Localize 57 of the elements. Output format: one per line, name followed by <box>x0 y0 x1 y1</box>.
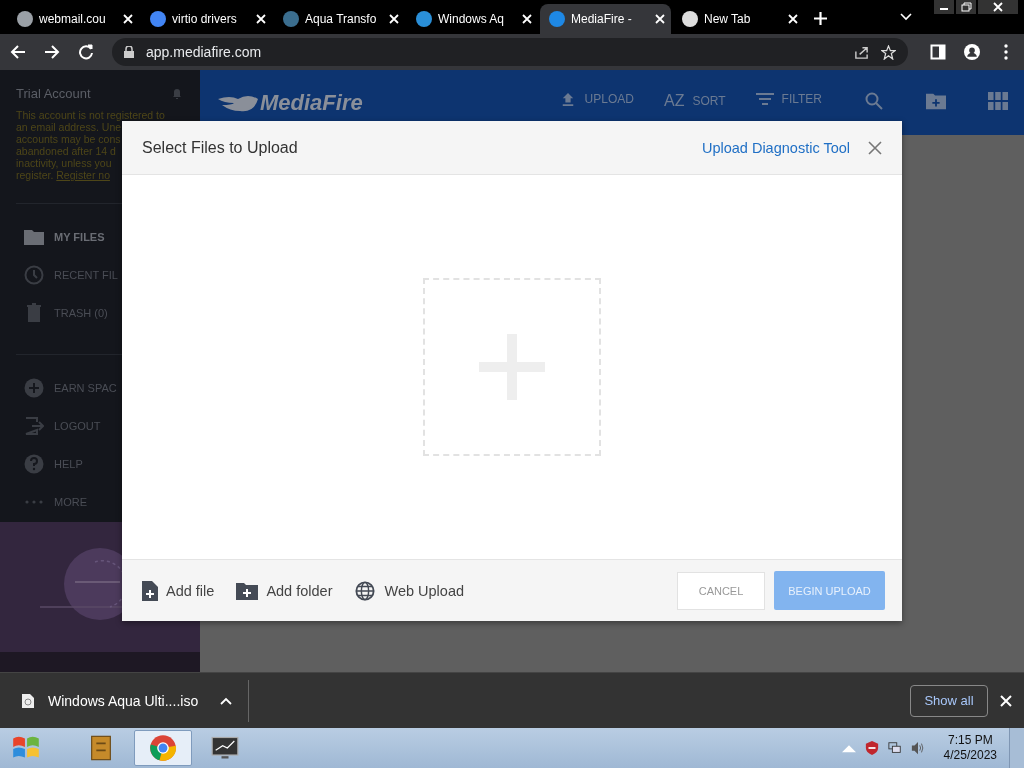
upload-source-button[interactable]: Add file <box>142 580 215 601</box>
clock-icon <box>24 265 44 285</box>
toolbar-button[interactable]: AZ SORT <box>663 92 726 110</box>
profile-icon[interactable] <box>964 44 980 60</box>
clock[interactable]: 7:15 PM 4/25/2023 <box>943 733 997 763</box>
toolbar-button[interactable]: UPLOAD <box>558 92 634 106</box>
upload-source-button[interactable]: Web Upload <box>354 580 464 601</box>
chevron-down-icon[interactable] <box>900 13 912 21</box>
back-icon[interactable] <box>10 44 26 60</box>
upload-source-button[interactable]: Add folder <box>236 580 333 601</box>
minimize-icon[interactable] <box>934 0 954 14</box>
browser-tab[interactable]: Aqua Transfo <box>274 4 405 34</box>
close-icon[interactable] <box>978 0 1018 14</box>
sidebar-item[interactable]: MY FILES <box>0 218 200 256</box>
mediafire-logo[interactable]: MediaFire <box>218 90 363 116</box>
browser-tab[interactable]: MediaFire - <box>540 4 671 34</box>
globe-icon <box>354 580 377 601</box>
cancel-button[interactable]: CANCEL <box>677 571 765 610</box>
toolbar-button[interactable]: FILTER <box>755 92 822 106</box>
new-folder-icon[interactable] <box>926 92 946 110</box>
lock-icon <box>124 46 134 58</box>
show-all-button[interactable]: Show all <box>910 684 988 717</box>
star-icon[interactable] <box>881 44 896 60</box>
account-title: Trial Account <box>16 86 92 101</box>
browser-tab[interactable]: webmail.cou <box>8 4 139 34</box>
restore-icon[interactable] <box>956 0 976 14</box>
share-icon[interactable] <box>854 44 869 60</box>
plus-icon <box>24 378 44 398</box>
caret-up-icon[interactable] <box>220 696 233 705</box>
search-icon[interactable] <box>864 92 884 110</box>
dialog-title: Select Files to Upload <box>142 138 298 157</box>
side-panel-icon[interactable] <box>930 44 946 60</box>
file-plus-icon <box>142 580 158 601</box>
trash-icon <box>24 303 44 323</box>
download-item[interactable]: Windows Aqua Ulti....iso <box>0 673 249 728</box>
diagnostic-link[interactable]: Upload Diagnostic Tool <box>701 139 850 156</box>
new-tab-icon[interactable] <box>814 12 827 25</box>
reload-icon[interactable] <box>78 44 94 60</box>
filter-icon <box>755 92 774 106</box>
folder-plus-icon <box>236 580 259 601</box>
browser-icon <box>149 734 177 762</box>
folder-icon <box>24 227 44 247</box>
file-icon <box>22 693 34 708</box>
browser-tab[interactable]: Windows Aq <box>407 4 538 34</box>
more-icon <box>24 500 44 504</box>
forward-icon[interactable] <box>44 44 60 60</box>
taskbar-app[interactable] <box>134 730 192 766</box>
help-icon <box>24 454 44 474</box>
browser-tab[interactable]: virtio drivers <box>141 4 272 34</box>
address-bar[interactable]: app.mediafire.com <box>112 38 908 66</box>
shield-icon[interactable] <box>864 741 879 755</box>
volume-icon[interactable] <box>910 741 925 755</box>
network-icon[interactable] <box>887 741 902 755</box>
browser-tab[interactable]: New Tab <box>673 4 804 34</box>
monitor-icon <box>211 734 239 762</box>
grid-view-icon[interactable] <box>988 92 1008 110</box>
logout-icon <box>24 416 44 436</box>
